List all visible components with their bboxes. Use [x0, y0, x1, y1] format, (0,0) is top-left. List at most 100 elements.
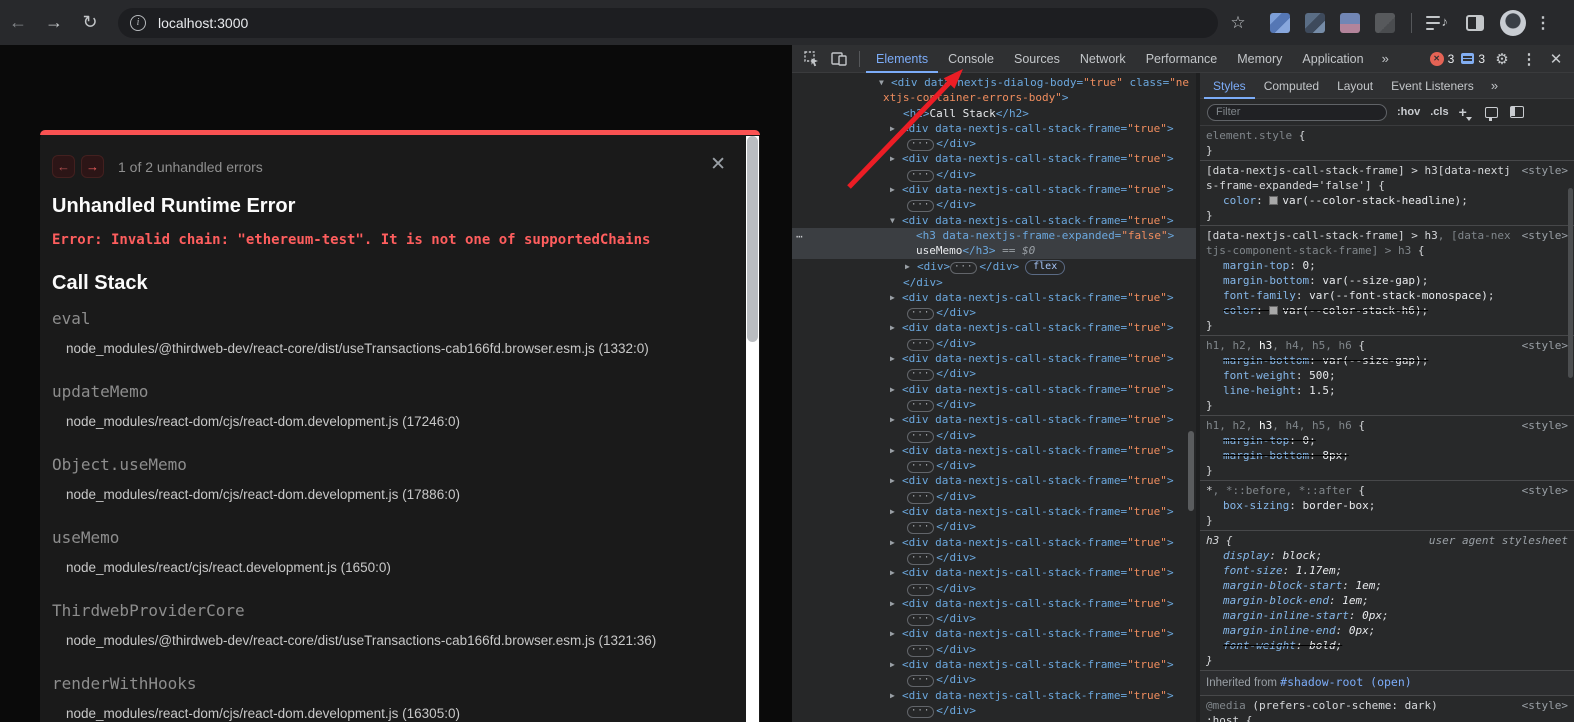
- elements-tree-node[interactable]: ▼<div data-nextjs-call-stack-frame="true…: [792, 213, 1196, 228]
- node-menu-icon[interactable]: ⋯: [796, 229, 804, 244]
- css-declaration[interactable]: color: var(--color-stack-h6);: [1206, 303, 1568, 318]
- style-rule[interactable]: <style>[data-nextjs-call-stack-frame] > …: [1200, 226, 1574, 336]
- css-declaration[interactable]: margin-inline-end: 0px;: [1206, 623, 1568, 638]
- expand-arrow-icon[interactable]: ▶: [890, 596, 902, 611]
- expand-arrow-icon[interactable]: ▶: [890, 443, 902, 458]
- css-declaration[interactable]: font-size: 1.17em;: [1206, 563, 1568, 578]
- collapsed-content-icon[interactable]: ···: [907, 139, 934, 151]
- elements-tree-node[interactable]: ···</div>: [792, 519, 1196, 534]
- color-swatch[interactable]: [1269, 306, 1278, 315]
- expand-arrow-icon[interactable]: ▶: [890, 657, 902, 672]
- elements-tree-node[interactable]: ▶<div data-nextjs-call-stack-frame="true…: [792, 504, 1196, 519]
- side-panel-icon[interactable]: [1466, 15, 1484, 31]
- elements-scrollbar-thumb[interactable]: [1188, 431, 1194, 511]
- forward-button[interactable]: →: [36, 12, 72, 33]
- elements-tree-node[interactable]: ···</div>: [792, 397, 1196, 412]
- collapsed-content-icon[interactable]: ···: [907, 339, 934, 351]
- collapsed-content-icon[interactable]: ···: [907, 492, 934, 504]
- computed-sidebar-toggle-icon[interactable]: [1510, 106, 1524, 118]
- style-rule[interactable]: element.style {}: [1200, 126, 1574, 161]
- rule-selector[interactable]: h1, h2, h3, h4, h5, h6 {: [1206, 418, 1568, 433]
- elements-tree-node[interactable]: ▶<div data-nextjs-call-stack-frame="true…: [792, 657, 1196, 672]
- elements-tree-node[interactable]: ▶<div data-nextjs-call-stack-frame="true…: [792, 121, 1196, 136]
- console-messages-badge[interactable]: 3: [1461, 52, 1485, 66]
- stylesheet-origin-link[interactable]: <style>: [1522, 163, 1568, 178]
- elements-tree-node[interactable]: ···</div>: [792, 167, 1196, 182]
- elements-tree-node[interactable]: ···</div>: [792, 642, 1196, 657]
- collapsed-content-icon[interactable]: ···: [907, 584, 934, 596]
- elements-tree-node[interactable]: ▶<div data-nextjs-call-stack-frame="true…: [792, 473, 1196, 488]
- rule-selector[interactable]: *, *::before, *::after {: [1206, 483, 1568, 498]
- style-rule[interactable]: <style>@media (prefers-color-scheme: dar…: [1200, 696, 1574, 722]
- collapsed-content-icon[interactable]: ···: [907, 461, 934, 473]
- collapsed-content-icon[interactable]: ···: [907, 553, 934, 565]
- collapsed-content-icon[interactable]: ···: [907, 675, 934, 687]
- flex-badge[interactable]: flex: [1025, 260, 1065, 275]
- collapsed-content-icon[interactable]: ···: [907, 522, 934, 534]
- inspect-element-icon[interactable]: [803, 50, 820, 67]
- stylesheet-origin-link[interactable]: <style>: [1522, 338, 1568, 353]
- styles-tab-event-listeners[interactable]: Event Listeners: [1382, 73, 1483, 99]
- bookmark-star-icon[interactable]: ☆: [1218, 13, 1258, 33]
- expand-arrow-icon[interactable]: ▶: [890, 121, 902, 136]
- elements-tree-node[interactable]: ▶<div data-nextjs-call-stack-frame="true…: [792, 182, 1196, 197]
- elements-tree-node[interactable]: ···</div>: [792, 366, 1196, 381]
- expand-arrow-icon[interactable]: ▶: [890, 626, 902, 641]
- elements-tree-node[interactable]: ▶<div data-nextjs-call-stack-frame="true…: [792, 290, 1196, 305]
- collapsed-content-icon[interactable]: ···: [907, 431, 934, 443]
- elements-tree-node[interactable]: ▶<div data-nextjs-call-stack-frame="true…: [792, 320, 1196, 335]
- css-declaration[interactable]: margin-bottom: var(--size-gap);: [1206, 273, 1568, 288]
- rule-selector[interactable]: :host {: [1206, 713, 1568, 722]
- collapsed-content-icon[interactable]: ···: [950, 262, 977, 274]
- collapsed-content-icon[interactable]: ···: [907, 369, 934, 381]
- reload-button[interactable]: ↻: [72, 12, 108, 33]
- rendering-emulations-icon[interactable]: [1485, 107, 1498, 118]
- elements-tree-node[interactable]: xtjs-container-errors-body">: [792, 90, 1196, 105]
- expand-arrow-icon[interactable]: ▶: [890, 535, 902, 550]
- stylesheet-origin-link[interactable]: user agent stylesheet: [1429, 533, 1568, 548]
- css-declaration[interactable]: margin-top: 0;: [1206, 258, 1568, 273]
- rule-selector[interactable]: [data-nextjs-call-stack-frame] > h3, [da…: [1206, 228, 1568, 258]
- elements-tree-node[interactable]: ···</div>: [792, 458, 1196, 473]
- extension-icon[interactable]: [1305, 13, 1325, 33]
- rule-selector[interactable]: h1, h2, h3, h4, h5, h6 {: [1206, 338, 1568, 353]
- css-declaration[interactable]: margin-block-start: 1em;: [1206, 578, 1568, 593]
- elements-tree-node[interactable]: ···</div>: [792, 136, 1196, 151]
- rule-selector[interactable]: element.style {: [1206, 128, 1568, 143]
- elements-tree-node[interactable]: ···</div>: [792, 305, 1196, 320]
- collapsed-content-icon[interactable]: ···: [907, 308, 934, 320]
- collapse-arrow-icon[interactable]: ▼: [879, 75, 891, 90]
- elements-tree-node[interactable]: ▶<div data-nextjs-call-stack-frame="true…: [792, 626, 1196, 641]
- stack-frame[interactable]: renderWithHooksnode_modules/react-dom/cj…: [52, 674, 702, 722]
- collapse-arrow-icon[interactable]: ▼: [890, 213, 902, 228]
- elements-tree-node[interactable]: <h2>Call Stack</h2>: [792, 106, 1196, 121]
- elements-tree-node[interactable]: ···</div>: [792, 611, 1196, 626]
- toggle-element-state-button[interactable]: :hov: [1397, 106, 1420, 118]
- stylesheet-origin-link[interactable]: <style>: [1522, 418, 1568, 433]
- elements-tree-node[interactable]: ▶<div data-nextjs-call-stack-frame="true…: [792, 535, 1196, 550]
- close-overlay-icon[interactable]: ✕: [710, 153, 726, 176]
- expand-arrow-icon[interactable]: ▶: [890, 182, 902, 197]
- elements-tree-node[interactable]: ⋯<h3 data-nextjs-frame-expanded="false">: [792, 228, 1196, 243]
- style-rule[interactable]: <style>*, *::before, *::after {box-sizin…: [1200, 481, 1574, 531]
- url-bar[interactable]: i localhost:3000: [118, 8, 1218, 38]
- collapsed-content-icon[interactable]: ···: [907, 614, 934, 626]
- elements-tree-node[interactable]: useMemo</h3> == $0: [792, 243, 1196, 258]
- devtools-tab-performance[interactable]: Performance: [1136, 45, 1228, 73]
- expand-arrow-icon[interactable]: ▶: [890, 504, 902, 519]
- stack-frame[interactable]: Object.useMemonode_modules/react-dom/cjs…: [52, 455, 702, 503]
- device-toolbar-icon[interactable]: [830, 50, 848, 67]
- elements-tree-node[interactable]: ▶<div data-nextjs-call-stack-frame="true…: [792, 596, 1196, 611]
- style-rule[interactable]: <style>h1, h2, h3, h4, h5, h6 {margin-bo…: [1200, 336, 1574, 416]
- collapsed-content-icon[interactable]: ···: [907, 170, 934, 182]
- previous-error-button[interactable]: ←: [52, 155, 75, 178]
- expand-arrow-icon[interactable]: ▶: [890, 151, 902, 166]
- elements-tree-node[interactable]: ▶<div data-nextjs-call-stack-frame="true…: [792, 688, 1196, 703]
- css-declaration[interactable]: line-height: 1.5;: [1206, 383, 1568, 398]
- css-declaration[interactable]: font-weight: 500;: [1206, 368, 1568, 383]
- more-tabs-icon[interactable]: »: [1374, 51, 1397, 66]
- stack-frame[interactable]: useMemonode_modules/react/cjs/react.deve…: [52, 528, 702, 576]
- css-declaration[interactable]: margin-bottom: 8px;: [1206, 448, 1568, 463]
- css-declaration[interactable]: color: var(--color-stack-headline);: [1206, 193, 1568, 208]
- shadow-root-link[interactable]: #shadow-root (open): [1280, 675, 1412, 689]
